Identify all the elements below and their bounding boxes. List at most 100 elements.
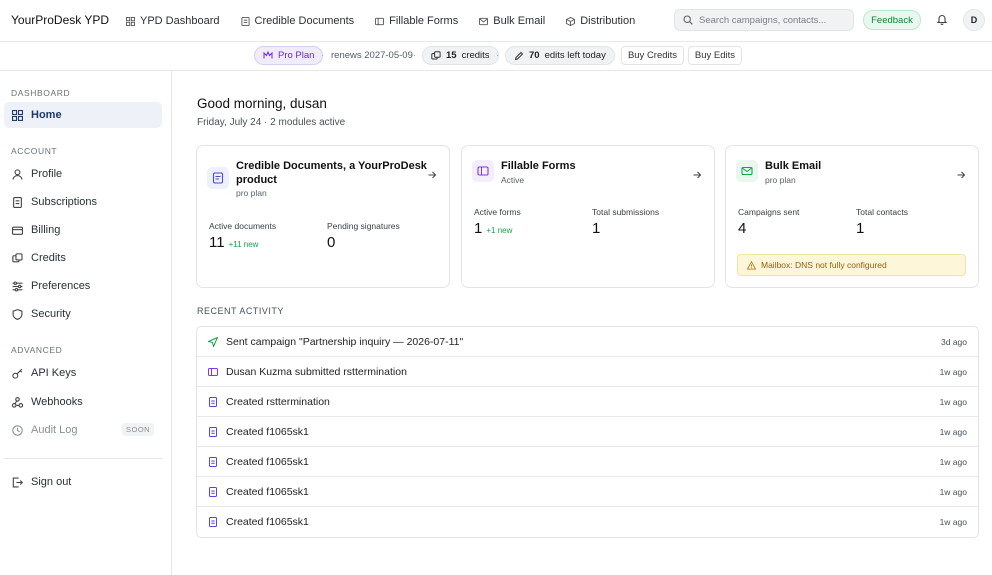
nav-fillable-forms[interactable]: Fillable Forms xyxy=(375,15,458,27)
document-icon xyxy=(209,457,217,467)
nav-label: YPD Dashboard xyxy=(140,15,220,27)
activity-text: Dusan Kuzma submitted rsttermination xyxy=(226,366,407,378)
nav-label: Bulk Email xyxy=(493,15,546,27)
avatar[interactable]: D xyxy=(963,9,985,31)
stat-label: Campaigns sent xyxy=(738,207,800,217)
sidebar-item-label: Subscriptions xyxy=(31,196,98,208)
mail-icon xyxy=(479,17,489,25)
sidebar: DASHBOARD Home ACCOUNT Profile Subscript… xyxy=(0,71,172,575)
activity-row[interactable]: Created rsttermination 1w ago xyxy=(197,387,978,417)
renewal-date: renews 2027-05-09 xyxy=(331,50,413,61)
credits-badge[interactable]: 15 credits xyxy=(422,46,499,65)
sidebar-item-home[interactable]: Home xyxy=(4,102,162,128)
sidebar-item-profile[interactable]: Profile xyxy=(4,161,162,187)
grid-icon xyxy=(126,16,135,26)
key-icon xyxy=(12,368,23,379)
sidebar-item-api-keys[interactable]: API Keys xyxy=(4,360,162,386)
activity-time: 3d ago xyxy=(941,337,967,347)
activity-time: 1w ago xyxy=(939,517,967,527)
sidebar-item-credits[interactable]: Credits xyxy=(4,245,162,271)
warning-icon xyxy=(747,260,756,270)
sidebar-item-preferences[interactable]: Preferences xyxy=(4,273,162,299)
webhook-icon xyxy=(12,396,23,408)
separator-dot: · xyxy=(321,50,325,61)
brand-logo[interactable]: YourProDesk YPD xyxy=(11,13,109,27)
recent-activity-list: Sent campaign "Partnership inquiry — 202… xyxy=(196,326,979,538)
activity-time: 1w ago xyxy=(939,427,967,437)
sign-out-button[interactable]: Sign out xyxy=(4,469,162,495)
dns-warning[interactable]: Mailbox: DNS not fully configured xyxy=(737,254,966,276)
card-status: Active xyxy=(501,175,525,185)
sidebar-item-security[interactable]: Security xyxy=(4,301,162,327)
credit-card-icon xyxy=(12,226,23,235)
activity-row[interactable]: Sent campaign "Partnership inquiry — 202… xyxy=(197,327,978,357)
activity-time: 1w ago xyxy=(939,397,967,407)
activity-row[interactable]: Created f1065sk1 1w ago xyxy=(197,507,978,537)
top-bar: YourProDesk YPD YPD Dashboard Credible D… xyxy=(0,0,992,42)
sidebar-item-label: Audit Log xyxy=(31,424,78,436)
activity-text: Created rsttermination xyxy=(226,396,330,408)
activity-row[interactable]: Created f1065sk1 1w ago xyxy=(197,447,978,477)
activity-time: 1w ago xyxy=(939,367,967,377)
stat-value: 1 xyxy=(592,220,601,237)
warning-text: Mailbox: DNS not fully configured xyxy=(761,260,887,270)
nav-label: Credible Documents xyxy=(254,15,355,27)
activity-row[interactable]: Created f1065sk1 1w ago xyxy=(197,417,978,447)
form-icon xyxy=(208,368,218,376)
nav-label: Distribution xyxy=(580,15,636,27)
coins-icon xyxy=(12,252,23,262)
arrow-right-icon[interactable] xyxy=(692,170,702,180)
page-subtitle: Friday, July 24 · 2 modules active xyxy=(197,117,346,128)
buy-edits-button[interactable]: Buy Edits xyxy=(688,46,742,65)
sidebar-item-subscriptions[interactable]: Subscriptions xyxy=(4,189,162,215)
stat-label: Active forms xyxy=(474,207,521,217)
search-box[interactable] xyxy=(674,9,854,31)
document-icon xyxy=(209,427,217,437)
edits-label: edits left today xyxy=(544,50,606,61)
edits-badge[interactable]: 70 edits left today xyxy=(505,46,615,65)
card-status: pro plan xyxy=(765,175,796,185)
nav-credible-documents[interactable]: Credible Documents xyxy=(240,15,355,27)
plan-badge[interactable]: Pro Plan xyxy=(254,46,324,65)
crown-icon xyxy=(263,51,273,59)
notifications-button[interactable] xyxy=(936,13,948,25)
nav-bulk-email[interactable]: Bulk Email xyxy=(479,15,545,27)
arrow-right-icon[interactable] xyxy=(427,170,437,180)
nav-label: Fillable Forms xyxy=(389,15,459,27)
sidebar-item-label: Home xyxy=(31,109,62,121)
activity-row[interactable]: Dusan Kuzma submitted rsttermination 1w … xyxy=(197,357,978,387)
arrow-right-icon[interactable] xyxy=(956,170,966,180)
sidebar-item-webhooks[interactable]: Webhooks xyxy=(4,389,162,415)
stat-label: Total submissions xyxy=(592,207,660,217)
document-icon xyxy=(209,517,217,527)
feedback-button[interactable]: Feedback xyxy=(863,10,921,30)
activity-text: Sent campaign "Partnership inquiry — 202… xyxy=(226,336,464,348)
document-icon xyxy=(240,16,250,26)
sidebar-item-label: Security xyxy=(31,308,71,320)
user-icon xyxy=(12,168,23,180)
send-icon xyxy=(208,337,218,347)
activity-text: Created f1065sk1 xyxy=(226,516,309,528)
card-bulk-email[interactable]: Bulk Email pro plan Campaigns sent 4 Tot… xyxy=(725,145,979,288)
nav-ypd-dashboard[interactable]: YPD Dashboard xyxy=(126,15,220,27)
credits-count: 15 xyxy=(446,50,457,61)
package-icon xyxy=(566,16,576,26)
sidebar-item-billing[interactable]: Billing xyxy=(4,217,162,243)
activity-time: 1w ago xyxy=(939,487,967,497)
card-status: pro plan xyxy=(236,188,267,198)
section-account: ACCOUNT xyxy=(11,146,58,156)
card-credible-documents[interactable]: Credible Documents, a YourProDesk product… xyxy=(196,145,450,288)
card-fillable-forms[interactable]: Fillable Forms Active Active forms 1 +1 n… xyxy=(461,145,715,288)
sidebar-divider xyxy=(4,458,162,459)
sidebar-item-label: Webhooks xyxy=(31,396,83,408)
section-dashboard: DASHBOARD xyxy=(11,88,71,98)
sidebar-item-label: Profile xyxy=(31,168,63,180)
card-title: Fillable Forms xyxy=(501,160,576,172)
activity-row[interactable]: Created f1065sk1 1w ago xyxy=(197,477,978,507)
buy-credits-button[interactable]: Buy Credits xyxy=(621,46,684,65)
sign-out-icon xyxy=(12,477,23,487)
stat-value: 0 xyxy=(327,234,336,251)
nav-distribution[interactable]: Distribution xyxy=(566,15,635,27)
bell-icon xyxy=(936,15,948,25)
search-input[interactable] xyxy=(699,14,849,26)
